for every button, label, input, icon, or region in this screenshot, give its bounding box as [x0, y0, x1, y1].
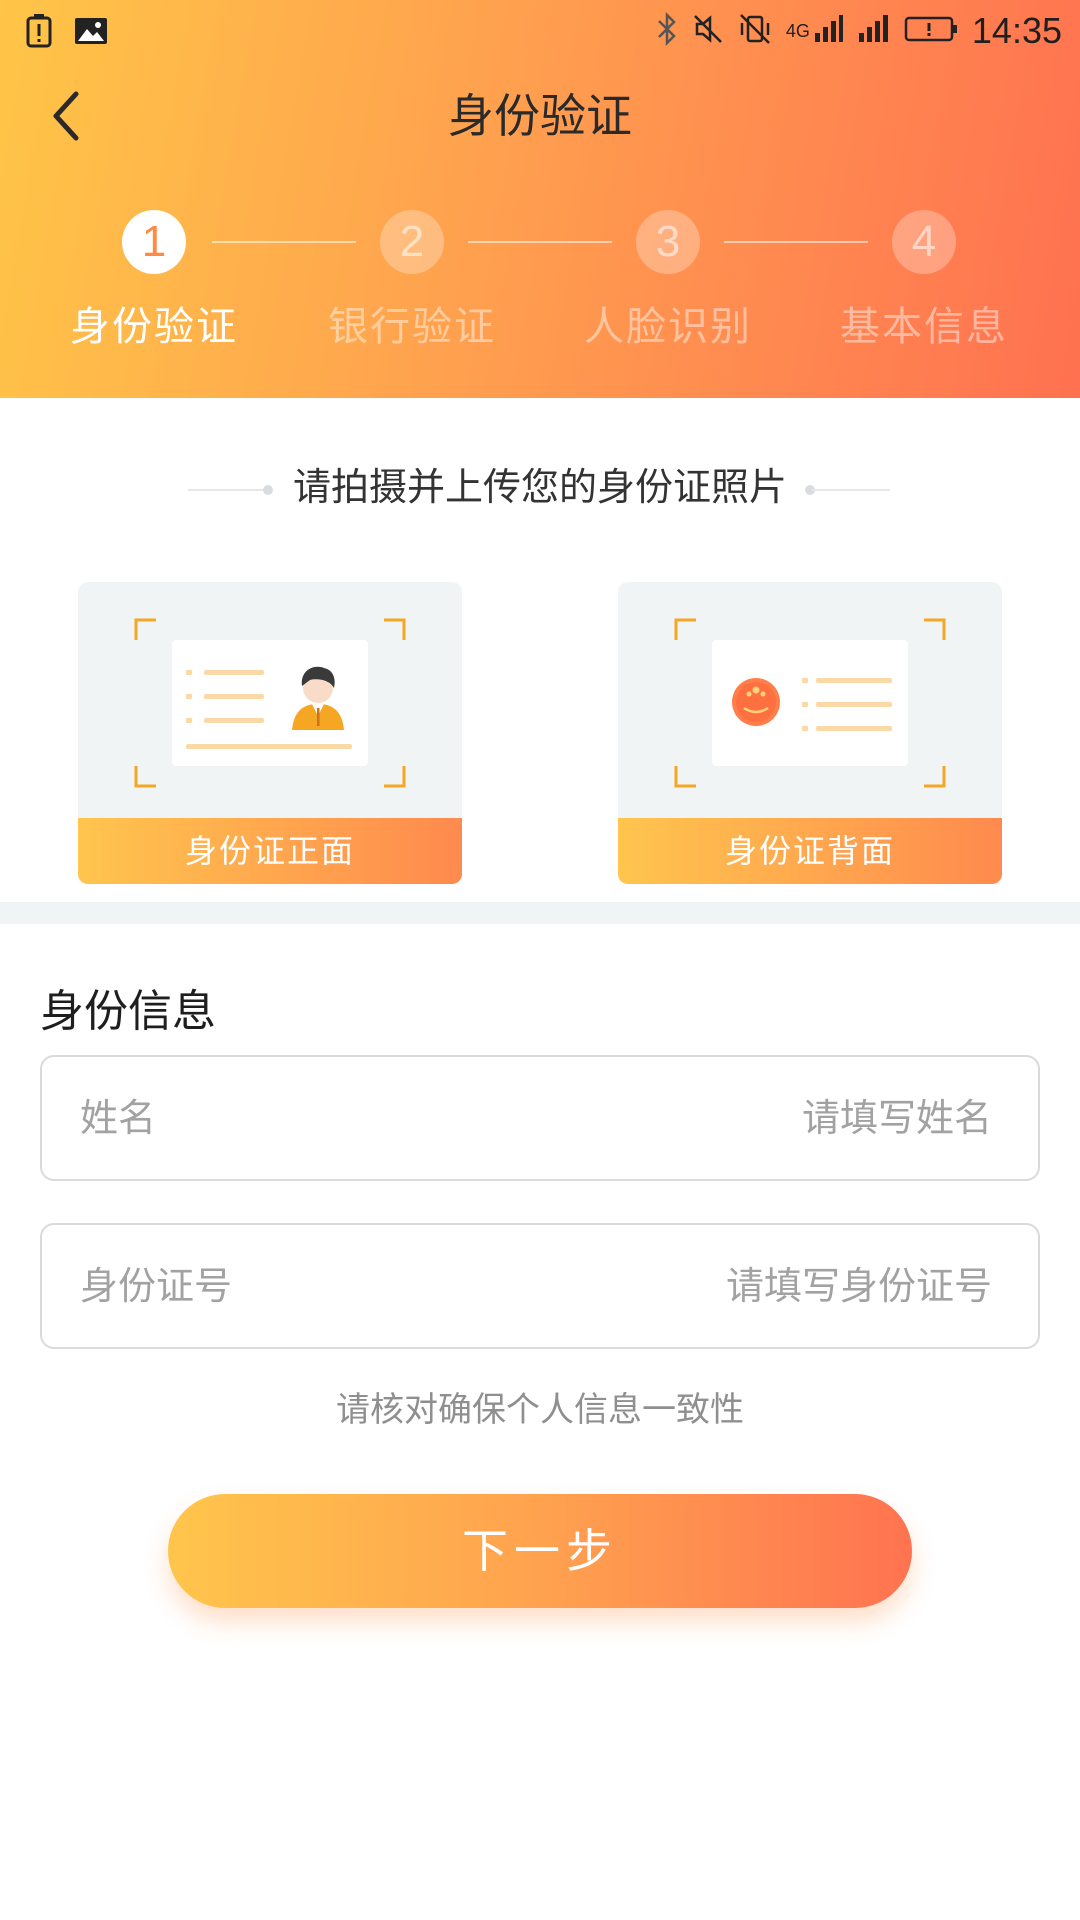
name-field: 姓名 [40, 1055, 1040, 1181]
header-banner: 4G 14:35 身份验证 1 身份验证 2 银行验证 3 人脸识别 4 基本信… [0, 0, 1080, 398]
id-number-input[interactable] [432, 1255, 992, 1317]
image-icon [74, 17, 108, 49]
id-front-icon [134, 618, 406, 788]
name-input[interactable] [432, 1087, 992, 1149]
step-3: 3 人脸识别 [568, 210, 768, 352]
id-back-label: 身份证背面 [618, 818, 1002, 884]
section-separator [0, 902, 1080, 924]
step-2: 2 银行验证 [312, 210, 512, 352]
battery-icon [904, 15, 958, 47]
network-type: 4G [785, 20, 810, 41]
step-1: 1 身份验证 [54, 210, 254, 352]
id-back-icon [674, 618, 946, 788]
vibrate-off-icon [738, 13, 772, 49]
name-label: 姓名 [80, 1096, 157, 1140]
bluetooth-icon [656, 11, 678, 50]
id-number-field: 身份证号 [40, 1223, 1040, 1349]
step-label: 身份验证 [70, 304, 238, 350]
id-front-label: 身份证正面 [78, 818, 462, 884]
step-number: 2 [380, 210, 444, 274]
next-step-button[interactable]: 下一步 [168, 1494, 912, 1608]
mute-icon [692, 13, 724, 49]
progress-steps: 1 身份验证 2 银行验证 3 人脸识别 4 基本信息 [0, 210, 1080, 360]
id-number-label: 身份证号 [80, 1264, 233, 1308]
signal-icon [814, 15, 844, 47]
battery-alert-icon [26, 14, 52, 52]
identity-section-title: 身份信息 [40, 986, 216, 1037]
step-label: 银行验证 [328, 304, 496, 350]
signal-icon [858, 15, 890, 47]
divider-line [812, 489, 890, 491]
page-title: 身份验证 [448, 89, 632, 143]
status-time: 14:35 [971, 10, 1062, 51]
step-number: 3 [636, 210, 700, 274]
status-bar: 4G 14:35 [0, 0, 1080, 62]
step-number: 4 [892, 210, 956, 274]
step-label: 基本信息 [840, 304, 1008, 350]
consistency-hint: 请核对确保个人信息一致性 [336, 1390, 744, 1430]
step-number: 1 [122, 210, 186, 274]
step-4: 4 基本信息 [824, 210, 1024, 352]
step-label: 人脸识别 [584, 304, 752, 350]
id-back-upload[interactable]: 身份证背面 [618, 582, 1002, 884]
id-front-upload[interactable]: 身份证正面 [78, 582, 462, 884]
upload-title: 请拍摄并上传您的身份证照片 [292, 465, 787, 509]
